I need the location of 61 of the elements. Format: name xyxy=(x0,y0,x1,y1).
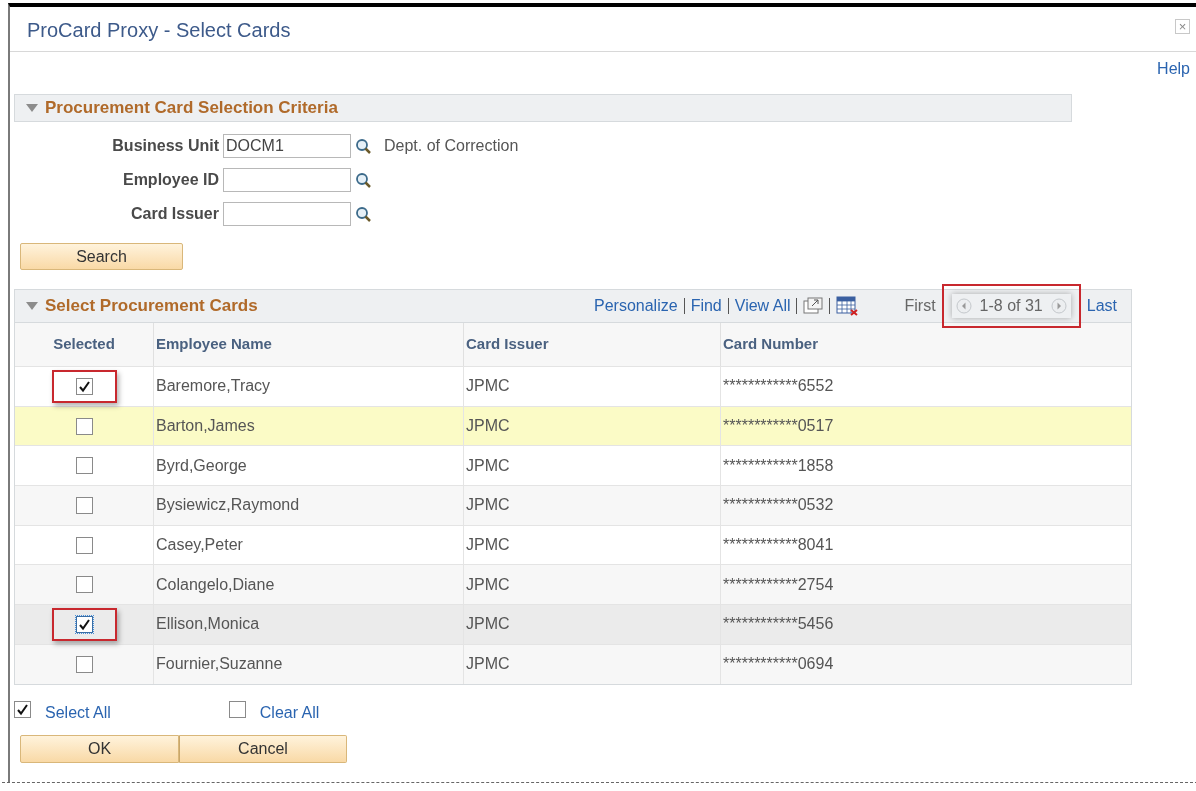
next-icon[interactable] xyxy=(1050,298,1067,314)
clear-all-icon[interactable] xyxy=(228,701,246,718)
section-title: Select Procurement Cards xyxy=(45,295,258,318)
table-cell: ************0694 xyxy=(720,644,1131,684)
search-button[interactable]: Search xyxy=(20,243,183,270)
row-checkbox[interactable] xyxy=(75,377,93,395)
pager-first[interactable]: First xyxy=(904,294,936,318)
search-icon[interactable] xyxy=(355,205,372,223)
select-all-link[interactable]: Select All xyxy=(45,700,111,725)
row-checkbox[interactable] xyxy=(75,615,93,633)
search-icon[interactable] xyxy=(355,137,372,155)
grid-link[interactable]: Find xyxy=(690,294,722,318)
grid-link[interactable]: Personalize xyxy=(594,294,678,318)
window-title: ProCard Proxy - Select Cards xyxy=(27,18,291,43)
table-cell: ************5456 xyxy=(720,605,1131,644)
field-label: Business Unit xyxy=(111,136,220,156)
table-cell: JPMC xyxy=(463,605,720,644)
table-cell: Bysiewicz,Raymond xyxy=(153,486,463,525)
row-checkbox[interactable] xyxy=(75,576,93,594)
row-checkbox[interactable] xyxy=(75,536,93,554)
table-cell: ************0532 xyxy=(720,486,1131,525)
clear-all-link[interactable]: Clear All xyxy=(259,700,320,725)
new-window-icon[interactable] xyxy=(803,297,824,315)
help-link[interactable]: Help xyxy=(1157,57,1190,82)
previous-icon[interactable] xyxy=(955,298,972,314)
table-cell: Fournier,Suzanne xyxy=(153,644,463,684)
table-cell: Barton,James xyxy=(153,406,463,446)
dialog-button[interactable]: Cancel xyxy=(179,734,347,763)
dialog-button[interactable]: OK xyxy=(20,734,179,763)
input-field[interactable] xyxy=(223,168,351,192)
field-label: Employee ID xyxy=(121,170,220,190)
pager-last[interactable]: Last xyxy=(1086,294,1117,318)
column-header[interactable]: Employee Name xyxy=(153,323,463,366)
input-field[interactable]: DOCM1 xyxy=(223,134,351,158)
collapse-icon[interactable] xyxy=(25,301,39,311)
collapse-icon[interactable] xyxy=(25,103,39,113)
row-checkbox[interactable] xyxy=(75,417,93,435)
table-cell: Baremore,Tracy xyxy=(153,367,463,406)
field-label: Card Issuer xyxy=(129,204,220,224)
grid-link[interactable]: View All xyxy=(734,294,791,318)
table-cell: JPMC xyxy=(463,644,720,684)
row-checkbox[interactable] xyxy=(75,655,93,673)
table-cell: Ellison,Monica xyxy=(153,605,463,644)
input-field[interactable] xyxy=(223,202,351,226)
column-header[interactable]: Card Issuer xyxy=(463,323,720,366)
column-header[interactable]: Selected xyxy=(15,323,153,366)
close-button[interactable]: × xyxy=(1175,19,1190,34)
pager-range: 1-8 of 31 xyxy=(979,296,1043,316)
select-all-icon[interactable] xyxy=(14,701,31,718)
spreadsheet-icon[interactable] xyxy=(836,296,859,316)
table-cell: JPMC xyxy=(463,367,720,406)
column-header[interactable]: Card Number xyxy=(720,323,1131,366)
section-title: Procurement Card Selection Criteria xyxy=(45,97,338,120)
table-cell: JPMC xyxy=(463,486,720,525)
row-checkbox[interactable] xyxy=(75,496,93,514)
table-cell: JPMC xyxy=(463,406,720,446)
search-icon[interactable] xyxy=(355,171,372,189)
row-checkbox[interactable] xyxy=(75,457,93,475)
table-cell: ************6552 xyxy=(720,367,1131,406)
field-description: Dept. of Correction xyxy=(384,136,519,156)
table-cell: ************0517 xyxy=(720,406,1131,446)
